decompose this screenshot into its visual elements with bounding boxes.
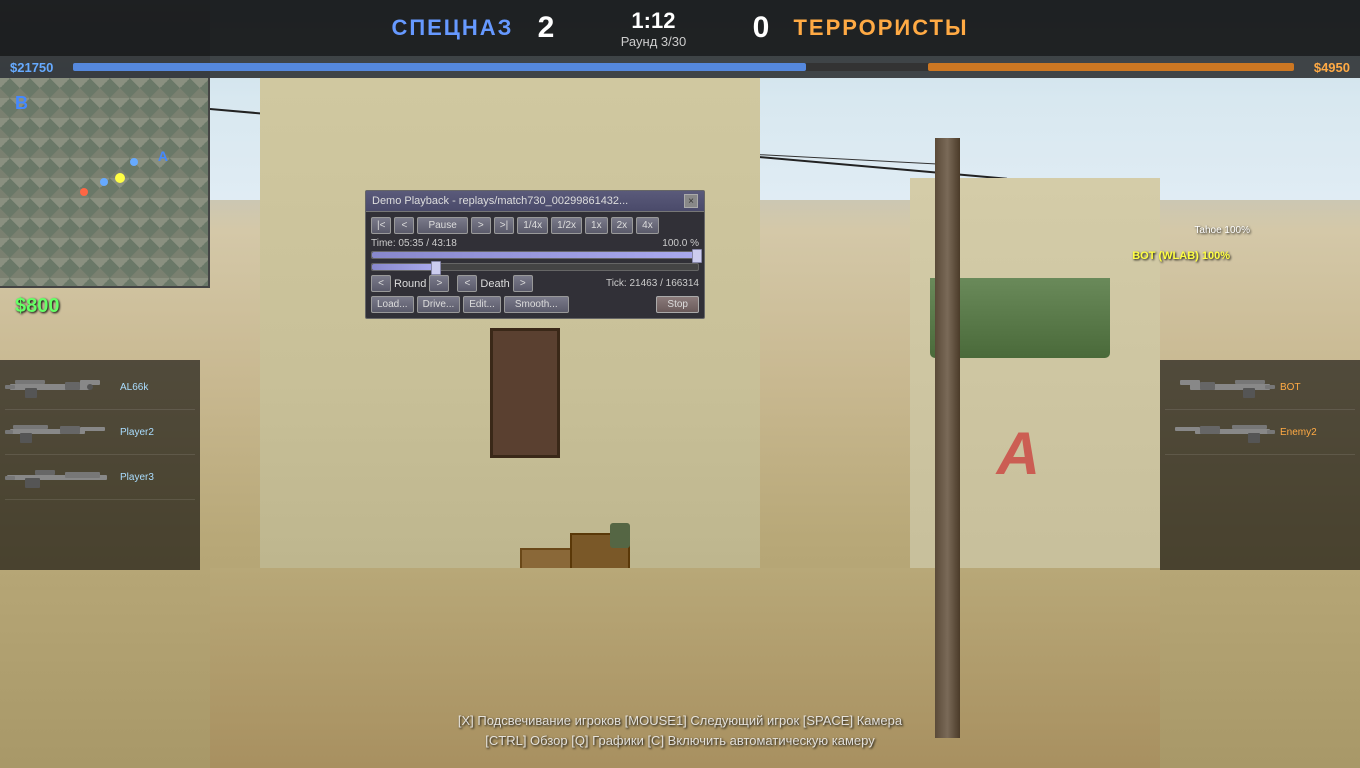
graffiti-a: A: [997, 419, 1040, 488]
demo-body: |< < Pause > >| 1/4x 1/2x 1x 2x 4x Time:…: [366, 212, 704, 318]
scoreboard-right: BOT Enemy2: [1160, 360, 1360, 570]
speed-quarter-button[interactable]: 1/4x: [517, 217, 548, 234]
demo-secondary-slider[interactable]: [371, 263, 699, 271]
prev-death-button[interactable]: <: [457, 275, 477, 292]
demo-secondary-thumb: [431, 261, 441, 275]
go-end-button[interactable]: >|: [494, 217, 514, 234]
hud-center: 1:12 Раунд 3/30: [593, 8, 713, 49]
t-money: $4950: [1314, 60, 1350, 75]
player-name-2: Player2: [120, 427, 154, 438]
door: [490, 328, 560, 458]
player-name-3: Player3: [120, 472, 154, 483]
round-label: Раунд 3/30: [621, 34, 687, 49]
player-name-right-2: Enemy2: [1280, 427, 1317, 438]
hint-line-2: [CTRL] Обзор [Q] Графики [C] Включить ав…: [0, 733, 1360, 748]
demo-panel: Demo Playback - replays/match730_0029986…: [365, 190, 705, 319]
next-round-button[interactable]: >: [429, 275, 449, 292]
prev-round-button[interactable]: <: [371, 275, 391, 292]
weapon-icon-m4: [5, 417, 115, 447]
money-bar-fill: [73, 63, 1293, 71]
weapon-row-1: AL66k: [5, 365, 195, 410]
ct-money: $21750: [10, 60, 53, 75]
speed-half-button[interactable]: 1/2x: [551, 217, 582, 234]
prev-button[interactable]: <: [394, 217, 414, 234]
round-timer: 1:12: [631, 8, 675, 34]
weapon-icon-right-2: [1165, 417, 1275, 447]
player-figure: [610, 523, 630, 548]
minimap-content: B A: [0, 78, 208, 286]
hud-top-bar: СПЕЦНАЗ 2 1:12 Раунд 3/30 0 ТЕРРОРИСТЫ: [0, 0, 1360, 56]
weapon-icon-awp: [5, 462, 115, 492]
weapon-row-right-2: Enemy2: [1165, 410, 1355, 455]
drive-button[interactable]: Drive...: [417, 296, 461, 313]
money-bar: $21750 $4950: [0, 56, 1360, 78]
speed-4x-button[interactable]: 4x: [636, 217, 659, 234]
pause-button[interactable]: Pause: [417, 217, 467, 234]
minimap-player-ct-1: [100, 178, 108, 186]
next-death-button[interactable]: >: [513, 275, 533, 292]
demo-action-row: Load... Drive... Edit... Smooth... Stop: [371, 296, 699, 313]
demo-progress-fill: [372, 252, 698, 258]
speed-2x-button[interactable]: 2x: [611, 217, 634, 234]
round-nav-label: Round: [394, 278, 426, 290]
minimap-player-ct-2: [130, 158, 138, 166]
player-label-bot: BOT (WLAB) 100%: [1132, 250, 1230, 262]
load-button[interactable]: Load...: [371, 296, 414, 313]
demo-time-row: Time: 05:35 / 43:18 100.0 %: [371, 238, 699, 249]
ct-side: СПЕЦНАЗ 2: [391, 11, 563, 45]
demo-nav-row: < Round > < Death > Tick: 21463 / 166314: [371, 275, 699, 292]
player-name-1: AL66k: [120, 382, 148, 393]
edit-button[interactable]: Edit...: [463, 296, 501, 313]
demo-titlebar: Demo Playback - replays/match730_0029986…: [366, 191, 704, 212]
next-button[interactable]: >: [471, 217, 491, 234]
minimap-label-a: A: [158, 148, 168, 164]
demo-title: Demo Playback - replays/match730_0029986…: [372, 195, 628, 207]
demo-time-display: Time: 05:35 / 43:18: [371, 238, 457, 249]
weapon-row-3: Player3: [5, 455, 195, 500]
ct-score: 2: [528, 11, 563, 45]
player-name-right-1: BOT: [1280, 382, 1301, 393]
player-money: $800: [15, 295, 60, 318]
demo-progress-thumb: [692, 249, 702, 263]
tick-display: Tick: 21463 / 166314: [606, 278, 699, 289]
demo-speed-pct: 100.0 %: [662, 238, 699, 249]
ct-team-name: СПЕЦНАЗ: [391, 15, 513, 41]
minimap-player-t-1: [80, 188, 88, 196]
utility-pole: [935, 138, 960, 738]
speed-1x-button[interactable]: 1x: [585, 217, 608, 234]
minimap-player-local: [115, 173, 125, 183]
t-score: 0: [743, 11, 778, 45]
t-side: 0 ТЕРРОРИСТЫ: [743, 11, 968, 45]
go-start-button[interactable]: |<: [371, 217, 391, 234]
scoreboard-left: AL66k Player2 Player3: [0, 360, 200, 570]
demo-secondary-fill: [372, 264, 437, 270]
weapon-icon-ak47: [5, 372, 115, 402]
player-label-tahoe: Tahoe 100%: [1194, 225, 1250, 236]
demo-close-button[interactable]: ×: [684, 194, 698, 208]
weapon-icon-right-1: [1165, 372, 1275, 402]
smooth-button[interactable]: Smooth...: [504, 296, 569, 313]
playback-controls-row: |< < Pause > >| 1/4x 1/2x 1x 2x 4x: [371, 217, 699, 234]
money-bar-ct-fill: [73, 63, 805, 71]
demo-progress-slider[interactable]: [371, 251, 699, 259]
weapon-row-right-1: BOT: [1165, 365, 1355, 410]
minimap: B A: [0, 78, 210, 288]
death-nav-label: Death: [480, 278, 509, 290]
game-scene: A: [210, 78, 1160, 768]
weapon-row-2: Player2: [5, 410, 195, 455]
t-team-name: ТЕРРОРИСТЫ: [793, 15, 968, 41]
money-bar-t-fill: [928, 63, 1294, 71]
hint-line-1: [X] Подсвечивание игроков [MOUSE1] Следу…: [0, 713, 1360, 728]
minimap-label-b: B: [15, 93, 28, 114]
stop-button[interactable]: Stop: [656, 296, 699, 313]
